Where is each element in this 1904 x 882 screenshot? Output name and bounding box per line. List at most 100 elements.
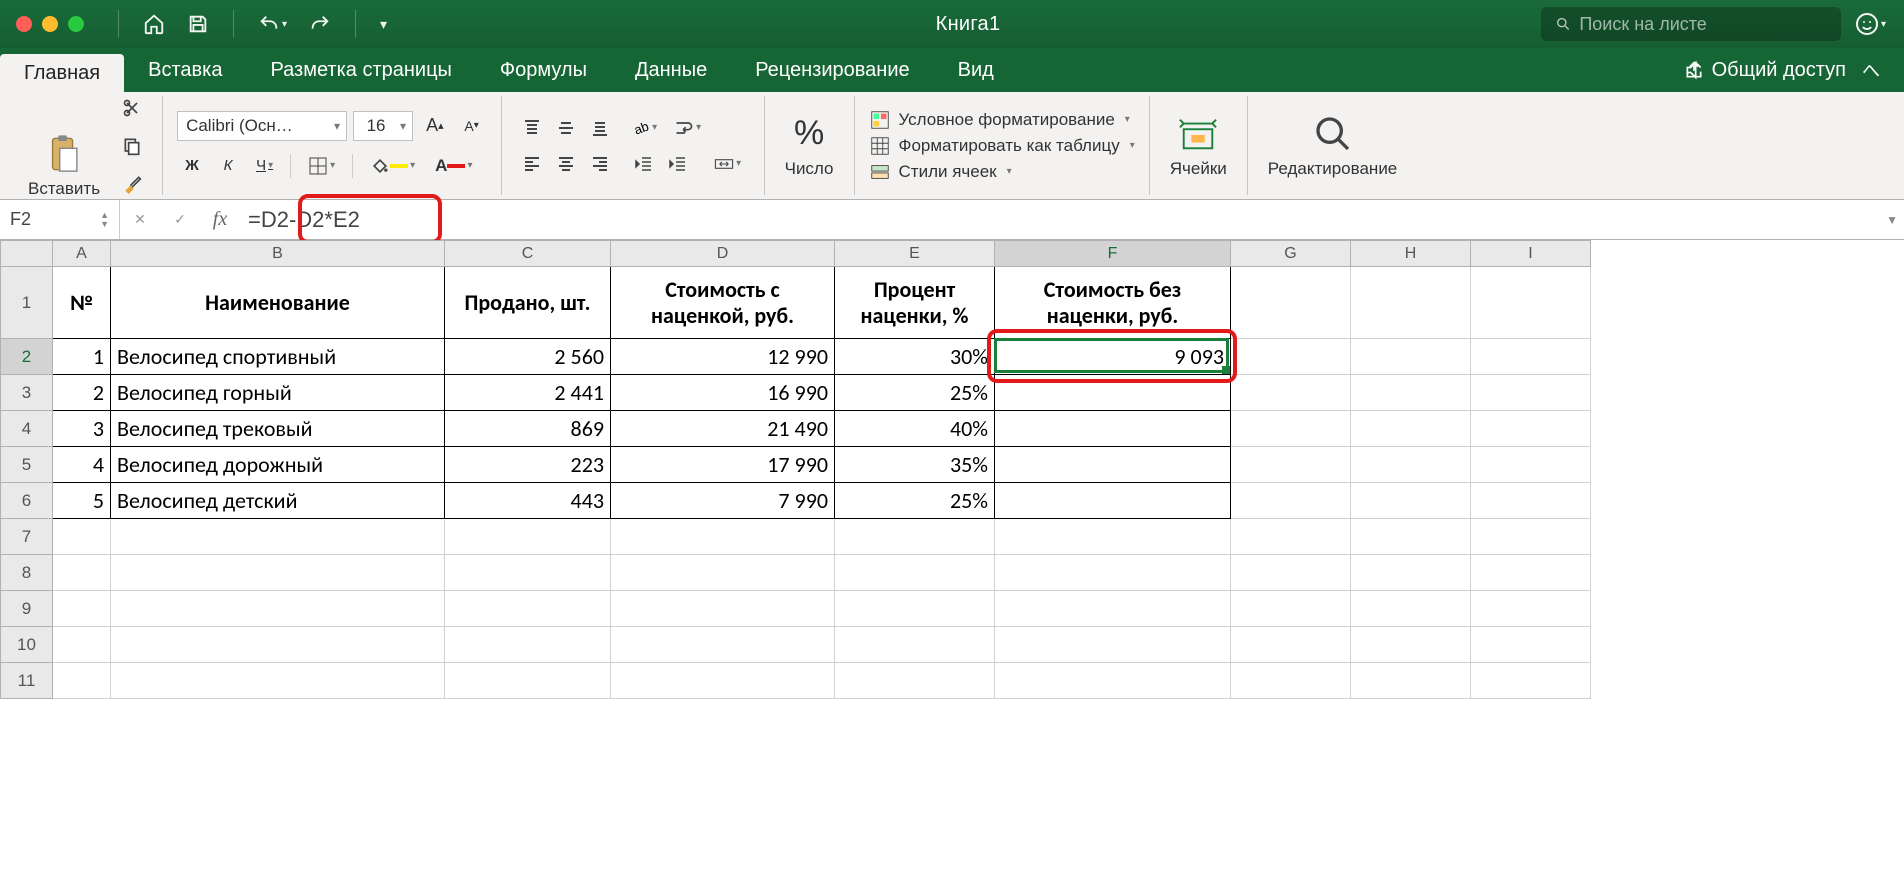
cell-E6[interactable]: 25% [835, 483, 995, 519]
row-header-6[interactable]: 6 [1, 483, 53, 519]
cell-F11[interactable] [995, 663, 1231, 699]
cell-H4[interactable] [1351, 411, 1471, 447]
cell-E5[interactable]: 35% [835, 447, 995, 483]
header-cell-B[interactable]: Наименование [111, 267, 445, 339]
cell-E2[interactable]: 30% [835, 339, 995, 375]
formula-input[interactable]: =D2-D2*E2 [240, 207, 1904, 233]
align-middle-button[interactable] [550, 113, 582, 143]
column-header-A[interactable]: A [53, 241, 111, 267]
row-header-2[interactable]: 2 [1, 339, 53, 375]
cell-G5[interactable] [1231, 447, 1351, 483]
cell-B6[interactable]: Велосипед детский [111, 483, 445, 519]
cell-B5[interactable]: Велосипед дорожный [111, 447, 445, 483]
cell-I4[interactable] [1471, 411, 1591, 447]
cell-F9[interactable] [995, 591, 1231, 627]
format-painter-button[interactable] [116, 169, 148, 199]
cell-C10[interactable] [445, 627, 611, 663]
align-bottom-button[interactable] [584, 113, 616, 143]
cell-C5[interactable]: 223 [445, 447, 611, 483]
paste-button[interactable]: Вставить [22, 133, 106, 199]
cell-E9[interactable] [835, 591, 995, 627]
cell-H10[interactable] [1351, 627, 1471, 663]
redo-icon[interactable] [301, 6, 339, 42]
row-header-1[interactable]: 1 [1, 267, 53, 339]
number-format-button[interactable]: % Число [779, 113, 840, 179]
conditional-formatting-button[interactable]: Условное форматирование▾ [869, 107, 1135, 133]
row-header-4[interactable]: 4 [1, 411, 53, 447]
cell-E10[interactable] [835, 627, 995, 663]
cell-H9[interactable] [1351, 591, 1471, 627]
cell-B8[interactable] [111, 555, 445, 591]
cell-F3[interactable] [995, 375, 1231, 411]
cell-H11[interactable] [1351, 663, 1471, 699]
cell-E7[interactable] [835, 519, 995, 555]
cell-G1[interactable] [1231, 267, 1351, 339]
row-header-5[interactable]: 5 [1, 447, 53, 483]
row-header-11[interactable]: 11 [1, 663, 53, 699]
fill-color-button[interactable]: ▾ [363, 151, 422, 181]
tab-home[interactable]: Главная [0, 54, 124, 92]
cell-C9[interactable] [445, 591, 611, 627]
cell-I10[interactable] [1471, 627, 1591, 663]
cell-F5[interactable] [995, 447, 1231, 483]
collapse-ribbon-button[interactable]: へ [1856, 57, 1886, 83]
italic-button[interactable]: К [213, 151, 243, 181]
row-header-8[interactable]: 8 [1, 555, 53, 591]
cell-D2[interactable]: 12 990 [611, 339, 835, 375]
name-box[interactable]: F2 ▲▼ [0, 200, 120, 239]
underline-button[interactable]: Ч▾ [249, 151, 280, 181]
format-as-table-button[interactable]: Форматировать как таблицу▾ [869, 133, 1135, 159]
cell-A10[interactable] [53, 627, 111, 663]
cell-styles-button[interactable]: Стили ячеек▾ [869, 159, 1135, 185]
cell-B3[interactable]: Велосипед горный [111, 375, 445, 411]
cell-G7[interactable] [1231, 519, 1351, 555]
cancel-formula-button[interactable]: ✕ [120, 200, 160, 239]
cell-H2[interactable] [1351, 339, 1471, 375]
cell-C4[interactable]: 869 [445, 411, 611, 447]
cell-D10[interactable] [611, 627, 835, 663]
cell-D8[interactable] [611, 555, 835, 591]
cell-A11[interactable] [53, 663, 111, 699]
cell-G4[interactable] [1231, 411, 1351, 447]
bold-button[interactable]: Ж [177, 151, 207, 181]
column-header-E[interactable]: E [835, 241, 995, 267]
cell-D3[interactable]: 16 990 [611, 375, 835, 411]
cell-G11[interactable] [1231, 663, 1351, 699]
copy-button[interactable] [116, 131, 148, 161]
row-header-10[interactable]: 10 [1, 627, 53, 663]
cell-C8[interactable] [445, 555, 611, 591]
undo-icon[interactable]: ▾ [250, 6, 295, 42]
column-header-H[interactable]: H [1351, 241, 1471, 267]
editing-button[interactable]: Редактирование [1262, 113, 1404, 179]
zoom-window-button[interactable] [68, 16, 84, 32]
cell-C3[interactable]: 2 441 [445, 375, 611, 411]
close-window-button[interactable] [16, 16, 32, 32]
enter-formula-button[interactable]: ✓ [160, 200, 200, 239]
header-cell-F[interactable]: Стоимость без наценки, руб. [995, 267, 1231, 339]
cells-button[interactable]: Ячейки [1164, 113, 1233, 179]
cell-B4[interactable]: Велосипед трековый [111, 411, 445, 447]
cell-D6[interactable]: 7 990 [611, 483, 835, 519]
cell-C7[interactable] [445, 519, 611, 555]
cell-D4[interactable]: 21 490 [611, 411, 835, 447]
sheet-search[interactable] [1541, 7, 1841, 41]
cell-B10[interactable] [111, 627, 445, 663]
cell-I11[interactable] [1471, 663, 1591, 699]
tab-view[interactable]: Вид [934, 48, 1018, 92]
cell-E3[interactable]: 25% [835, 375, 995, 411]
cell-I9[interactable] [1471, 591, 1591, 627]
cell-I5[interactable] [1471, 447, 1591, 483]
cell-I3[interactable] [1471, 375, 1591, 411]
cell-G3[interactable] [1231, 375, 1351, 411]
column-header-I[interactable]: I [1471, 241, 1591, 267]
wrap-text-button[interactable]: ▾ [672, 113, 704, 143]
tab-formulas[interactable]: Формулы [476, 48, 611, 92]
cell-H7[interactable] [1351, 519, 1471, 555]
cell-D9[interactable] [611, 591, 835, 627]
cell-H3[interactable] [1351, 375, 1471, 411]
column-header-D[interactable]: D [611, 241, 835, 267]
cell-H5[interactable] [1351, 447, 1471, 483]
borders-button[interactable]: ▾ [301, 151, 342, 181]
cell-A5[interactable]: 4 [53, 447, 111, 483]
font-color-button[interactable]: A▾ [428, 151, 479, 181]
